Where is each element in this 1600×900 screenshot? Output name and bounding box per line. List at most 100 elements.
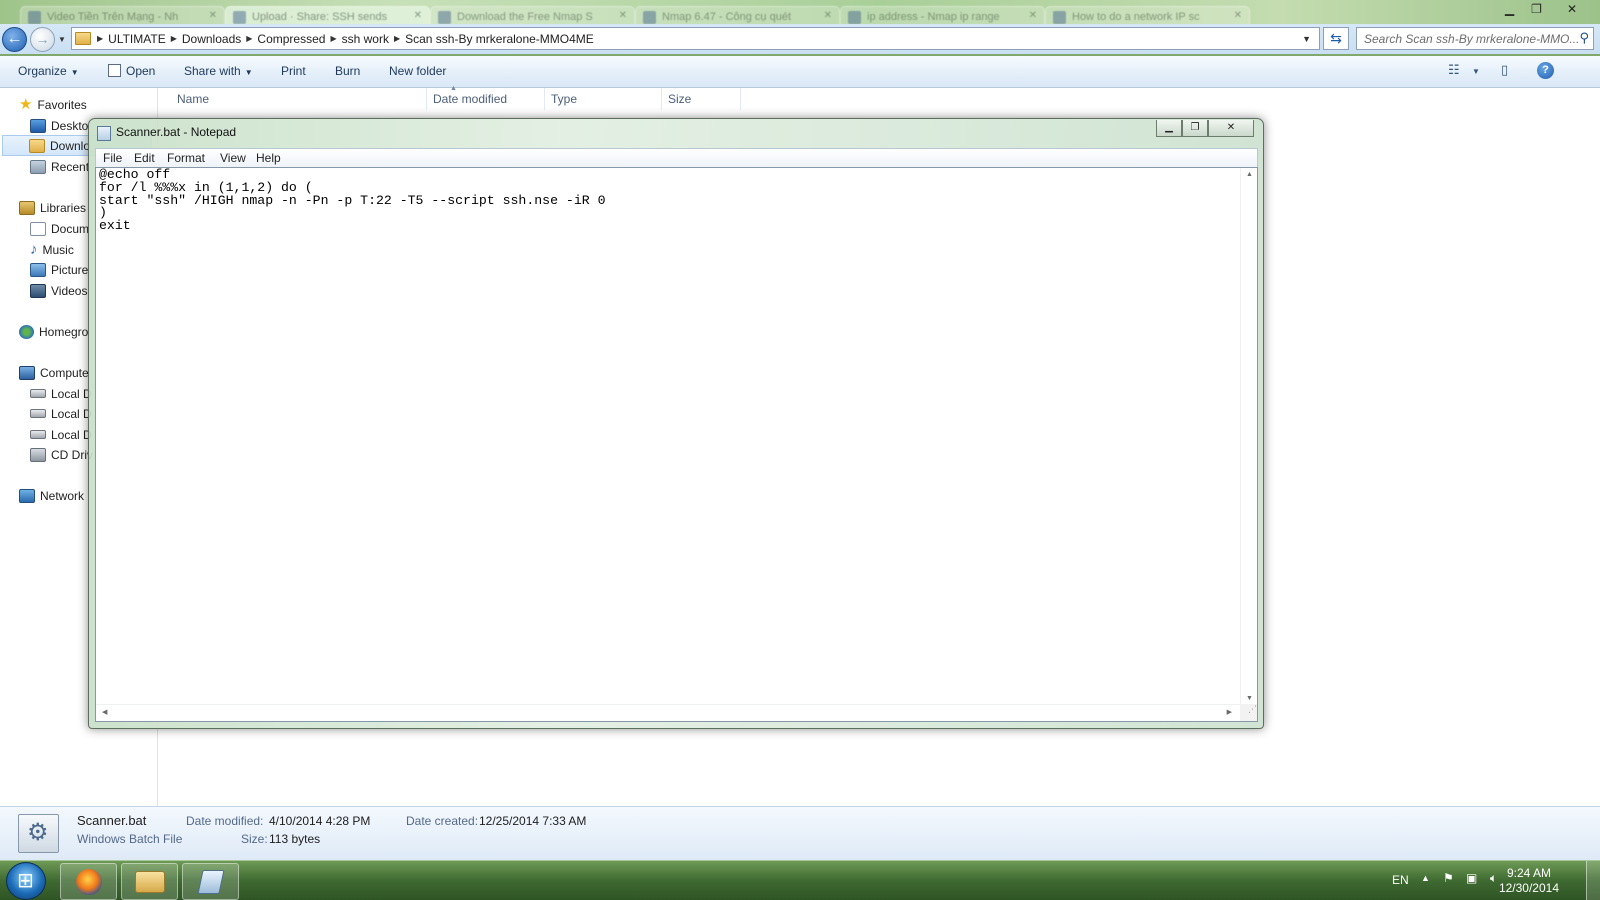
column-divider[interactable] [740,88,741,110]
notepad-content[interactable]: @echo off for /l %%%x in (1,1,2) do ( st… [99,168,1239,703]
search-icon[interactable]: ⚲ [1579,30,1589,46]
horizontal-scrollbar[interactable]: ◀ ▶ [96,704,1240,721]
taskbar-notepad[interactable] [182,863,239,900]
details-file-name: Scanner.bat [77,813,147,828]
close-icon[interactable]: ✕ [1029,10,1037,21]
breadcrumb-ssh-work[interactable]: ssh work [342,32,389,46]
nav-label: Deskto [51,118,89,133]
refresh-button[interactable]: ⇆ [1323,27,1349,50]
nav-favorites[interactable]: ★ Favorites [19,94,87,115]
chevron-down-icon[interactable]: ▼ [1472,67,1480,76]
nav-network[interactable]: Network [19,485,84,506]
volume-icon[interactable]: 🔈︎ [1490,871,1497,886]
column-header-type[interactable]: Type [551,92,577,106]
breadcrumb-ultimate[interactable]: ULTIMATE [108,32,166,46]
nav-local-disk-d[interactable]: Local D [30,403,92,424]
breadcrumb-separator[interactable]: ▶ [97,34,103,43]
system-clock[interactable]: 9:24 AM 12/30/2014 [1499,866,1559,896]
nav-homegroup[interactable]: Homegro [19,321,88,342]
show-hidden-icons-icon[interactable]: ▲ [1421,873,1430,883]
breadcrumb-separator[interactable]: ▶ [330,34,336,43]
resize-grip-icon[interactable]: ⋰ [1240,704,1257,721]
column-divider[interactable] [426,88,427,110]
column-divider[interactable] [544,88,545,110]
open-button[interactable]: Open [108,64,155,78]
scroll-up-icon[interactable]: ▲ [1246,171,1253,178]
nav-music[interactable]: ♪ Music [30,239,74,260]
nav-videos[interactable]: Videos [30,280,87,301]
print-button[interactable]: Print [281,64,306,78]
nav-cd-drive[interactable]: CD Driv [30,444,93,465]
action-center-flag-icon[interactable]: ⚑ [1443,871,1454,885]
close-icon[interactable]: ✕ [209,10,217,21]
vertical-scrollbar[interactable]: ▲ ▼ [1240,168,1257,705]
breadcrumb-downloads[interactable]: Downloads [182,32,241,46]
close-icon[interactable]: ✕ [619,10,627,21]
forward-button[interactable]: → [30,27,55,52]
notepad-close-button[interactable]: ✕ [1208,120,1254,137]
scroll-down-icon[interactable]: ▼ [1246,695,1253,702]
start-button[interactable] [6,862,46,900]
taskbar-firefox[interactable] [60,863,117,900]
network-status-icon[interactable]: ▣ [1466,871,1477,885]
close-window-button[interactable]: ✕ [1550,0,1594,18]
notepad-window[interactable]: Scanner.bat - Notepad ▁ ❐ ✕ File Edit Fo… [88,118,1264,729]
homegroup-icon [19,324,34,339]
notepad-restore-button[interactable]: ❐ [1182,120,1208,137]
libraries-icon [19,200,35,215]
cd-drive-icon [30,447,46,462]
nav-local-disk-c[interactable]: Local D [30,383,92,404]
column-header-name[interactable]: Name [177,92,209,106]
help-icon[interactable]: ? [1537,62,1554,79]
organize-button[interactable]: Organize ▼ [18,64,79,78]
nav-desktop[interactable]: Deskto [30,115,88,136]
column-divider[interactable] [661,88,662,110]
search-placeholder: Search Scan ssh-By mrkeralone-MMO... [1364,32,1580,46]
view-options-icon[interactable]: ☷ [1448,62,1460,78]
tab-favicon [28,11,41,24]
breadcrumb-separator[interactable]: ▶ [394,34,400,43]
menu-format[interactable]: Format [167,151,205,165]
breadcrumb-scan-ssh[interactable]: Scan ssh-By mrkeralone-MMO4ME [405,32,594,46]
scroll-left-icon[interactable]: ◀ [102,708,107,716]
notepad-text-area[interactable]: @echo off for /l %%%x in (1,1,2) do ( st… [95,167,1258,722]
tab-favicon [1053,11,1066,24]
breadcrumb-separator[interactable]: ▶ [171,34,177,43]
back-button[interactable]: ← [2,27,27,52]
address-dropdown-icon[interactable]: ▼ [1302,34,1311,44]
nav-libraries[interactable]: Libraries [19,197,86,218]
close-icon[interactable]: ✕ [824,10,832,21]
nav-label: Network [40,488,85,503]
nav-recent-places[interactable]: Recent [30,156,89,177]
menu-view[interactable]: View [220,151,246,165]
language-indicator[interactable]: EN [1392,873,1409,887]
nav-pictures[interactable]: Picture [30,259,88,280]
notepad-minimize-button[interactable]: ▁ [1156,120,1182,137]
breadcrumb-compressed[interactable]: Compressed [257,32,325,46]
close-icon[interactable]: ✕ [1234,10,1242,21]
preview-pane-icon[interactable]: ▯ [1501,62,1508,78]
menu-help[interactable]: Help [256,151,281,165]
share-with-button[interactable]: Share with ▼ [184,64,253,78]
breadcrumb-separator[interactable]: ▶ [246,34,252,43]
show-desktop-button[interactable] [1586,861,1600,900]
burn-button[interactable]: Burn [335,64,360,78]
nav-documents[interactable]: Docum [30,218,89,239]
column-header-date-modified[interactable]: Date modified [433,92,507,106]
recent-pages-dropdown[interactable]: ▼ [58,35,66,44]
close-icon[interactable]: ✕ [414,10,422,21]
search-input[interactable]: Search Scan ssh-By mrkeralone-MMO... ⚲ [1356,27,1594,50]
taskbar-explorer[interactable] [121,863,178,900]
minimize-button[interactable]: ▁ [1496,0,1523,18]
menu-edit[interactable]: Edit [134,151,155,165]
scroll-right-icon[interactable]: ▶ [1227,708,1232,716]
menu-file[interactable]: File [103,151,122,165]
address-bar[interactable]: ▶ ULTIMATE ▶ Downloads ▶ Compressed ▶ ss… [71,27,1320,50]
nav-computer[interactable]: Compute [19,362,89,383]
column-header-size[interactable]: Size [668,92,691,106]
details-date-created-label: Date created: [406,814,479,828]
new-folder-button[interactable]: New folder [389,64,446,78]
nav-local-disk-e[interactable]: Local D [30,424,92,445]
maximize-button[interactable]: ❐ [1523,0,1550,18]
tab-label: ip address - Nmap ip range [867,11,1000,23]
